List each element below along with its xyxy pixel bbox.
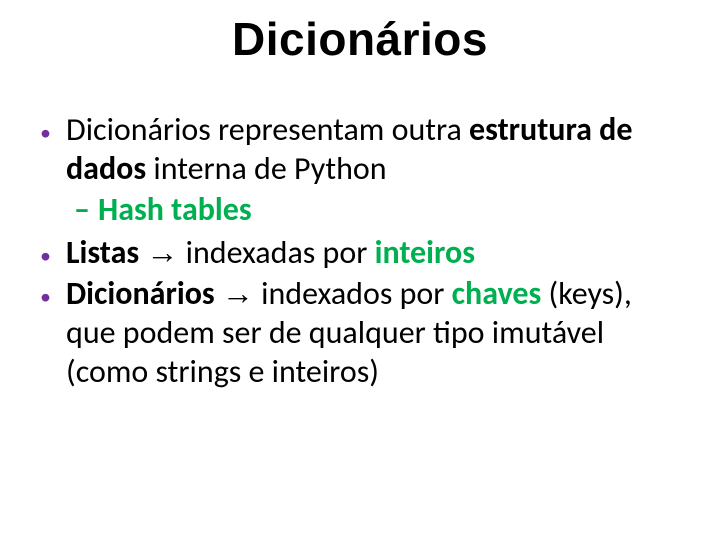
b3-part1-bold: Dicionários (66, 274, 215, 313)
bullet-icon: • (40, 233, 66, 270)
b2-part1-bold: Listas (66, 233, 139, 272)
bullet-2-text: Listas → indexadas por inteiros (66, 233, 680, 272)
sub-bullet-1: – Hash tables (74, 190, 680, 229)
sub-bullet-1-text: Hash tables (98, 190, 680, 229)
arrow-icon: → (222, 275, 254, 311)
bullet-1: • Dicionários representam outra estrutur… (40, 110, 680, 188)
slide-body: • Dicionários representam outra estrutur… (40, 110, 680, 393)
bullet-3-text: Dicionários → indexados por chaves (keys… (66, 274, 680, 391)
b2-part4-bold-green: inteiros (375, 233, 475, 272)
b3-part4-bold-green: chaves (452, 274, 542, 313)
b2-part3: indexadas por (178, 233, 374, 272)
bullet-icon: • (40, 274, 66, 311)
b1-part1: Dicionários representam outra (66, 110, 469, 149)
arrow-icon: → (146, 234, 178, 270)
slide-title: Dicionários (0, 12, 720, 66)
bullet-icon: • (40, 110, 66, 147)
b1-part3: interna de Python (146, 149, 386, 188)
bullet-3: • Dicionários → indexados por chaves (ke… (40, 274, 680, 391)
bullet-2: • Listas → indexadas por inteiros (40, 233, 680, 272)
dash-icon: – (74, 190, 98, 229)
slide: Dicionários • Dicionários representam ou… (0, 0, 720, 540)
b3-part3: indexados por (254, 274, 452, 313)
bullet-1-text: Dicionários representam outra estrutura … (66, 110, 680, 188)
b3-space1 (215, 274, 222, 313)
